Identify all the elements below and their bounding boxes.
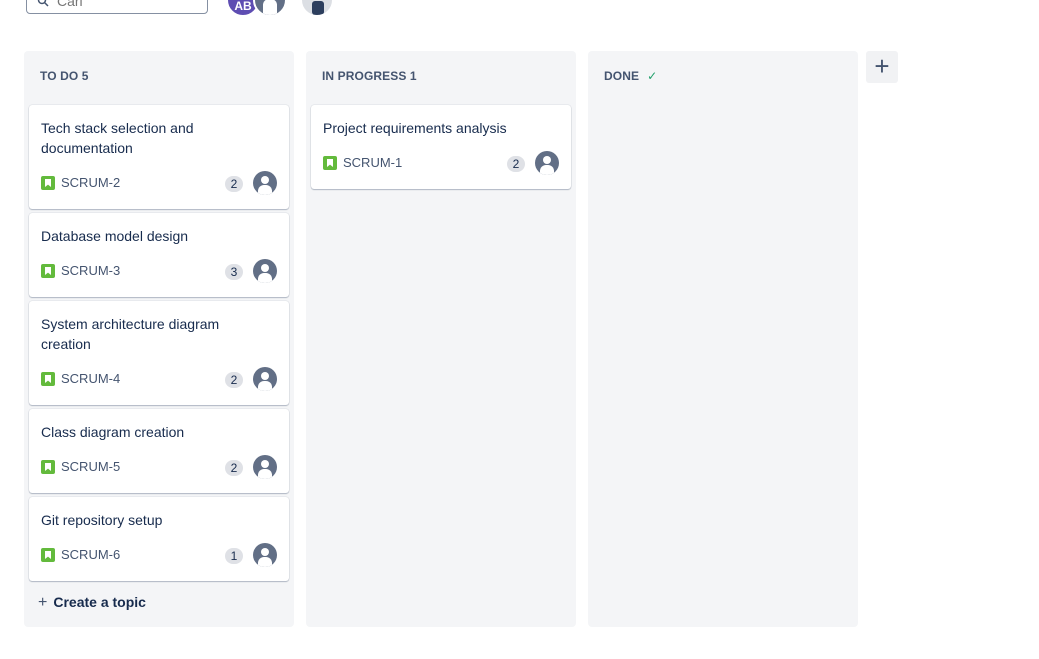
- issue-title: System architecture diagram creation: [41, 316, 220, 352]
- avatar-other[interactable]: [300, 0, 334, 17]
- issue-title: Class diagram creation: [41, 424, 185, 440]
- column-in-progress: IN PROGRESS 1 Project requirements analy…: [306, 51, 576, 627]
- issue-key[interactable]: SCRUM-5: [61, 459, 120, 474]
- unassigned-avatar-icon[interactable]: [253, 543, 277, 567]
- story-points-badge: 2: [225, 460, 243, 476]
- issue-title: Database model design: [41, 228, 189, 244]
- story-icon: [323, 156, 337, 170]
- check-icon: ✓: [647, 69, 658, 83]
- issue-title: Tech stack selection and documentation: [41, 120, 194, 156]
- issue-title: Project requirements analysis: [323, 120, 507, 136]
- story-points-badge: 3: [225, 264, 243, 280]
- issue-count: 5: [81, 69, 89, 83]
- column-todo: TO DO 5 Tech stack selection and documen…: [24, 51, 294, 627]
- issue-key[interactable]: SCRUM-1: [343, 155, 402, 170]
- column-header: DONE ✓: [604, 69, 658, 83]
- search-input[interactable]: [55, 0, 199, 10]
- search-icon: [37, 0, 49, 7]
- add-column-button[interactable]: +: [866, 51, 898, 83]
- story-points-badge: 2: [507, 156, 525, 172]
- issue-key[interactable]: SCRUM-3: [61, 263, 120, 278]
- column-header: TO DO 5: [40, 69, 89, 83]
- unassigned-avatar-icon[interactable]: [253, 367, 277, 391]
- issue-card[interactable]: Project requirements analysis SCRUM-1 2: [311, 105, 571, 189]
- unassigned-avatar-icon[interactable]: [253, 455, 277, 479]
- avatar-default-user[interactable]: [253, 0, 287, 17]
- issue-card[interactable]: Tech stack selection and documentation S…: [29, 105, 289, 209]
- create-issue-button[interactable]: + Create a topic: [38, 594, 146, 612]
- issue-card[interactable]: Git repository setup SCRUM-6 1: [29, 497, 289, 581]
- story-icon: [41, 264, 55, 278]
- unassigned-avatar-icon[interactable]: [253, 259, 277, 283]
- column-header: IN PROGRESS 1: [322, 69, 417, 83]
- column-done: DONE ✓: [588, 51, 858, 627]
- story-icon: [41, 460, 55, 474]
- issue-card[interactable]: Database model design SCRUM-3 3: [29, 213, 289, 297]
- plus-icon: +: [874, 51, 890, 81]
- unassigned-avatar-icon[interactable]: [253, 171, 277, 195]
- story-icon: [41, 548, 55, 562]
- issue-card[interactable]: Class diagram creation SCRUM-5 2: [29, 409, 289, 493]
- issue-key[interactable]: SCRUM-2: [61, 175, 120, 190]
- story-points-badge: 1: [225, 548, 243, 564]
- issue-count: 1: [409, 69, 417, 83]
- unassigned-avatar-icon[interactable]: [535, 151, 559, 175]
- story-points-badge: 2: [225, 176, 243, 192]
- story-icon: [41, 176, 55, 190]
- search-box[interactable]: [26, 0, 208, 14]
- issue-card[interactable]: System architecture diagram creation SCR…: [29, 301, 289, 405]
- plus-icon: +: [38, 594, 48, 611]
- story-points-badge: 2: [225, 372, 243, 388]
- issue-key[interactable]: SCRUM-4: [61, 371, 120, 386]
- board-toolbar: AB: [0, 0, 1039, 20]
- issue-key[interactable]: SCRUM-6: [61, 547, 120, 562]
- story-icon: [41, 372, 55, 386]
- issue-title: Git repository setup: [41, 512, 163, 528]
